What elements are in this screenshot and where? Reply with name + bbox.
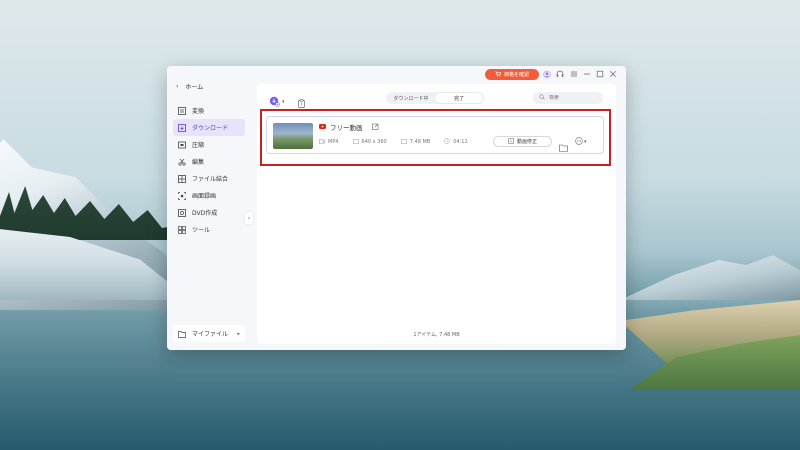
open-folder-icon[interactable] [559,137,568,152]
tools-grid-icon [178,225,186,234]
chevron-right-icon: ▸ [237,330,240,337]
compress-icon [178,141,186,149]
sidebar-item-screen-record[interactable]: 画面録画 [173,187,245,204]
more-options-button[interactable]: ▾ [575,137,587,147]
video-repair-button[interactable]: 動画修正 [493,136,552,147]
check-price-label: 価格を確認 [503,72,529,78]
resolution-icon [352,138,359,146]
video-thumbnail[interactable] [273,123,313,149]
sidebar-item-label: 変換 [192,108,205,115]
chevron-left-icon: ‹ [247,214,251,222]
sidebar-item-label: 画面録画 [192,193,217,200]
resolution-meta: 640 x 360 [352,138,387,146]
sidebar-item-label: 圧縮 [192,142,205,149]
convert-icon [178,106,186,115]
app-window: ‹ ホーム 変換 ダウンロード 圧縮 編集 ファイル結合 画面録画 DVD作成 … [167,66,626,350]
item-title-row: フリー動画 [319,122,379,132]
chevron-down-icon: ▾ [282,98,285,105]
search-icon [539,94,545,102]
sidebar-item-convert[interactable]: 変換 [173,102,245,119]
check-price-button[interactable]: 価格を確認 [485,69,539,80]
sidebar-item-label: ダウンロード [192,125,229,132]
close-icon[interactable] [609,70,617,78]
back-home-button[interactable]: ‹ ホーム [176,82,203,91]
sidebar-item-merge[interactable]: ファイル結合 [173,170,245,187]
format-meta: MP4 [319,138,339,146]
sidebar-item-label: 編集 [192,159,205,166]
merge-icon [178,174,186,183]
mountain-right [620,255,800,300]
chevron-left-icon: ‹ [176,83,179,90]
repair-icon [508,138,514,146]
sidebar-item-compress[interactable]: 圧縮 [173,136,245,153]
more-icon [575,137,583,147]
sidebar-item-download[interactable]: ダウンロード [173,119,245,136]
scissors-icon [178,158,186,166]
size-meta: 7.48 MB [401,138,431,146]
sidebar-nav: 変換 ダウンロード 圧縮 編集 ファイル結合 画面録画 DVD作成 ツール [173,102,245,238]
tab-finished[interactable]: 完了 [435,93,483,103]
sidebar-item-label: ファイル結合 [192,176,229,183]
avatar-icon[interactable] [543,70,551,78]
sidebar: ‹ ホーム 変換 ダウンロード 圧縮 編集 ファイル結合 画面録画 DVD作成 … [167,66,250,350]
item-format: MP4 [328,139,339,145]
duration-meta: 04:12 [444,138,468,146]
search-box [533,92,603,104]
collapse-sidebar-button[interactable]: ‹ [245,212,253,224]
item-duration: 04:12 [453,139,468,145]
item-title: フリー動画 [330,124,363,132]
maximize-icon[interactable] [596,70,604,78]
my-files-label: マイファイル [192,331,229,338]
folder-icon [178,330,186,338]
menu-icon[interactable] [570,70,578,78]
edit-title-icon[interactable] [371,123,379,132]
video-repair-label: 動画修正 [516,139,537,145]
main-content: ▾ ダウンロード中 完了 フリー動 [257,84,616,344]
sidebar-item-edit[interactable]: 編集 [173,153,245,170]
video-format-icon [319,138,325,146]
cart-icon [495,71,502,79]
item-resolution: 640 x 360 [361,139,387,145]
download-icon [178,123,186,132]
clipboard-icon[interactable] [297,93,306,108]
headset-icon[interactable] [556,70,564,78]
screen-record-icon [178,191,186,200]
sidebar-item-dvd[interactable]: DVD作成 [173,204,245,221]
content-toolbar: ▾ ダウンロード中 完了 [257,90,616,108]
search-input[interactable] [549,95,599,101]
download-item[interactable]: フリー動画 MP4 640 x 360 7.48 MB 04:12 動画修正 ▾ [266,116,604,154]
clock-icon [444,138,450,146]
sidebar-item-label: ツール [192,227,211,234]
dvd-icon [178,208,186,217]
title-bar: 価格を確認 [250,66,626,86]
file-size-icon [401,138,407,146]
minimize-icon[interactable] [583,70,591,78]
download-status-tabs: ダウンロード中 完了 [386,92,484,104]
status-footer: 1アイテム, 7.48 MB [413,332,460,338]
sidebar-item-label: DVD作成 [192,210,218,217]
sidebar-item-tools[interactable]: ツール [173,221,245,238]
my-files-button[interactable]: マイファイル ▸ [173,325,245,342]
item-size: 7.48 MB [409,139,431,145]
back-home-label: ホーム [185,84,204,91]
chevron-down-icon: ▾ [584,139,587,145]
youtube-icon [319,123,326,131]
tab-downloading[interactable]: ダウンロード中 [387,93,435,103]
item-meta-row: MP4 640 x 360 7.48 MB 04:12 [319,138,482,146]
